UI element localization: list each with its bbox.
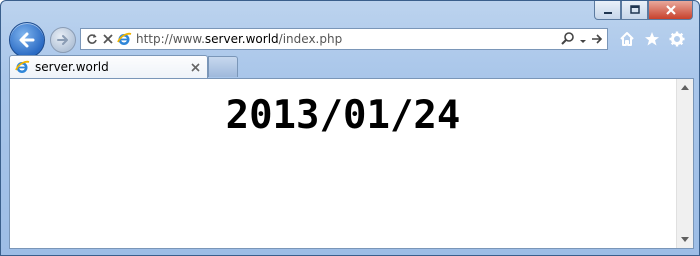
forward-arrow-icon <box>57 35 68 45</box>
maximize-icon <box>629 5 640 14</box>
minimize-button[interactable] <box>594 1 621 20</box>
close-window-button[interactable] <box>648 1 693 20</box>
page-content: 2013/01/24 <box>9 78 694 249</box>
browser-toolbar <box>618 30 686 48</box>
refresh-icon[interactable] <box>84 29 100 49</box>
close-icon <box>190 62 200 72</box>
stop-icon[interactable] <box>100 29 116 49</box>
tab-close-button[interactable] <box>188 60 202 74</box>
tab-label: server.world <box>35 60 109 74</box>
new-tab-button[interactable] <box>208 56 238 77</box>
favorites-star-icon[interactable] <box>643 30 661 48</box>
close-icon <box>665 5 676 15</box>
address-bar[interactable]: http://www.server.world/index.php <box>80 28 608 50</box>
gear-icon[interactable] <box>668 30 686 48</box>
browser-window: http://www.server.world/index.php server… <box>0 0 700 256</box>
page-date-text: 2013/01/24 <box>225 93 461 138</box>
scroll-down-icon[interactable] <box>681 237 689 242</box>
go-arrow-icon[interactable] <box>591 30 603 49</box>
maximize-button[interactable] <box>621 1 648 20</box>
ie-icon <box>116 29 132 49</box>
tab-server-world[interactable]: server.world <box>9 55 208 78</box>
search-icon[interactable] <box>561 30 575 49</box>
url-text: http://www.server.world/index.php <box>136 32 343 46</box>
window-caption-buttons <box>594 1 693 20</box>
home-icon[interactable] <box>618 30 636 48</box>
scroll-up-icon[interactable] <box>681 85 689 90</box>
ie-icon <box>14 59 30 75</box>
vertical-scrollbar[interactable] <box>676 79 693 248</box>
back-arrow-icon <box>19 32 35 48</box>
forward-button[interactable] <box>50 27 76 53</box>
chevron-down-icon[interactable] <box>579 30 587 49</box>
back-button[interactable] <box>9 22 45 58</box>
minimize-icon <box>603 12 612 14</box>
